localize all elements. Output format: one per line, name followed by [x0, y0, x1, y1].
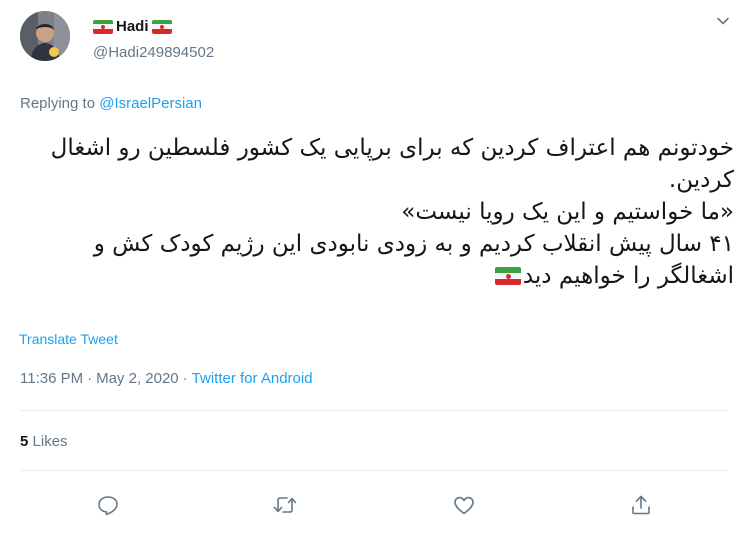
meta-separator: ·	[182, 370, 188, 387]
tweet-source-link[interactable]: Twitter for Android	[192, 370, 313, 387]
like-button[interactable]	[449, 490, 479, 520]
iran-flag-icon	[93, 19, 113, 34]
user-avatar[interactable]	[20, 11, 70, 61]
reply-icon	[98, 496, 118, 516]
share-button[interactable]	[626, 490, 656, 520]
likes-stat[interactable]: 5 Likes	[20, 433, 68, 450]
chevron-down-icon	[717, 17, 729, 25]
share-icon	[632, 495, 650, 515]
tweet-meta: 11:36 PM · May 2, 2020 · Twitter for And…	[20, 370, 313, 387]
reply-button[interactable]	[93, 490, 123, 520]
tweet-actions	[0, 490, 748, 520]
tweet-date[interactable]: May 2, 2020	[96, 370, 179, 387]
like-icon	[454, 496, 474, 515]
replying-to-label: Replying to	[20, 95, 100, 112]
avatar-photo-icon	[20, 11, 70, 61]
tweet-body: خودتونم هم اعتراف کردین که برای برپایی ی…	[18, 132, 734, 292]
display-name[interactable]: Hadi	[116, 18, 149, 35]
retweet-icon	[273, 497, 297, 513]
tweet-line: خودتونم هم اعتراف کردین که برای برپایی ی…	[50, 135, 734, 193]
tweet-line-last: ۴۱ سال پیش انقلاب کردیم و به زودی نابودی…	[18, 228, 734, 292]
tweet-time[interactable]: 11:36 PM	[20, 370, 83, 387]
translate-tweet-link[interactable]: Translate Tweet	[19, 331, 118, 347]
divider	[20, 410, 728, 411]
likes-label: Likes	[32, 433, 68, 450]
tweet-line: «ما خواستیم و این یک رویا نیست»	[401, 199, 734, 225]
retweet-button[interactable]	[270, 490, 300, 520]
divider	[20, 470, 728, 471]
iran-flag-icon	[151, 19, 172, 34]
replying-to: Replying to @IsraelPersian	[20, 95, 202, 112]
meta-separator: ·	[87, 370, 93, 387]
iran-flag-icon	[494, 267, 521, 285]
user-handle[interactable]: @Hadi249894502	[93, 44, 214, 61]
tweet-line-text: ۴۱ سال پیش انقلاب کردیم و به زودی نابودی…	[93, 231, 734, 289]
user-name-row[interactable]: Hadi	[93, 18, 172, 35]
likes-count: 5	[20, 433, 29, 450]
reply-mention-link[interactable]: @IsraelPersian	[99, 95, 202, 112]
more-options-caret[interactable]	[716, 14, 730, 28]
